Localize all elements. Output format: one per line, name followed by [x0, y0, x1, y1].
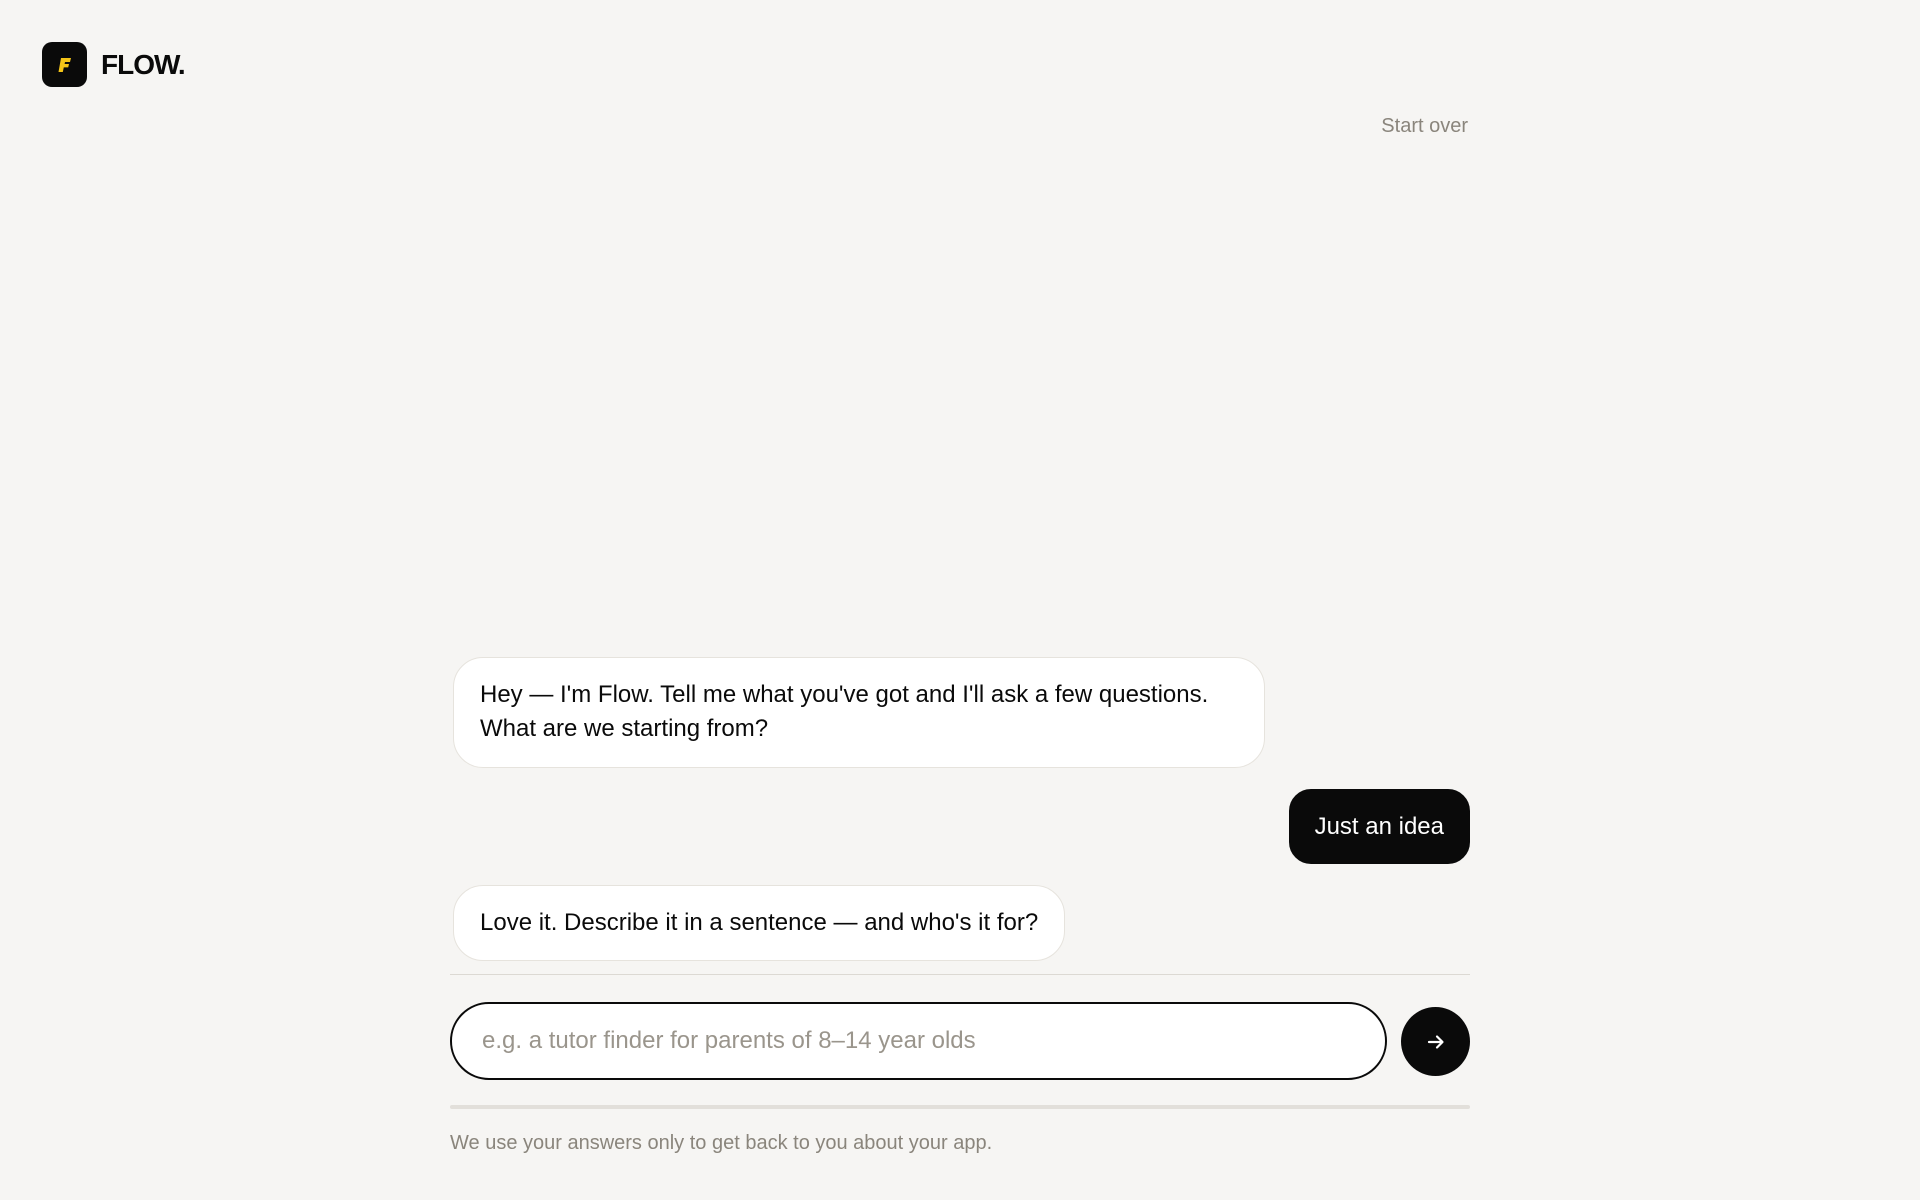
start-over-button[interactable]: Start over [1381, 115, 1468, 138]
arrow-right-icon [1427, 1034, 1444, 1049]
brand-name: FLOW. [101, 48, 186, 80]
privacy-note: We use your answers only to get back to … [450, 1132, 993, 1154]
user-message: Just an idea [1288, 789, 1470, 864]
divider [450, 974, 1470, 975]
bot-message: Love it. Describe it in a sentence — and… [453, 885, 1066, 961]
logo-f-glyph [58, 57, 71, 72]
page: FLOW. Start over Hey — I'm Flow. Tell me… [0, 0, 1920, 1200]
send-button[interactable] [1401, 1007, 1470, 1076]
message-input[interactable] [450, 1002, 1387, 1080]
bot-message: Hey — I'm Flow. Tell me what you've got … [453, 657, 1265, 768]
composer [450, 1002, 1470, 1080]
logo-mark-icon [42, 42, 87, 87]
brand-logo[interactable]: FLOW. [42, 42, 186, 87]
progress-divider [450, 1105, 1470, 1109]
